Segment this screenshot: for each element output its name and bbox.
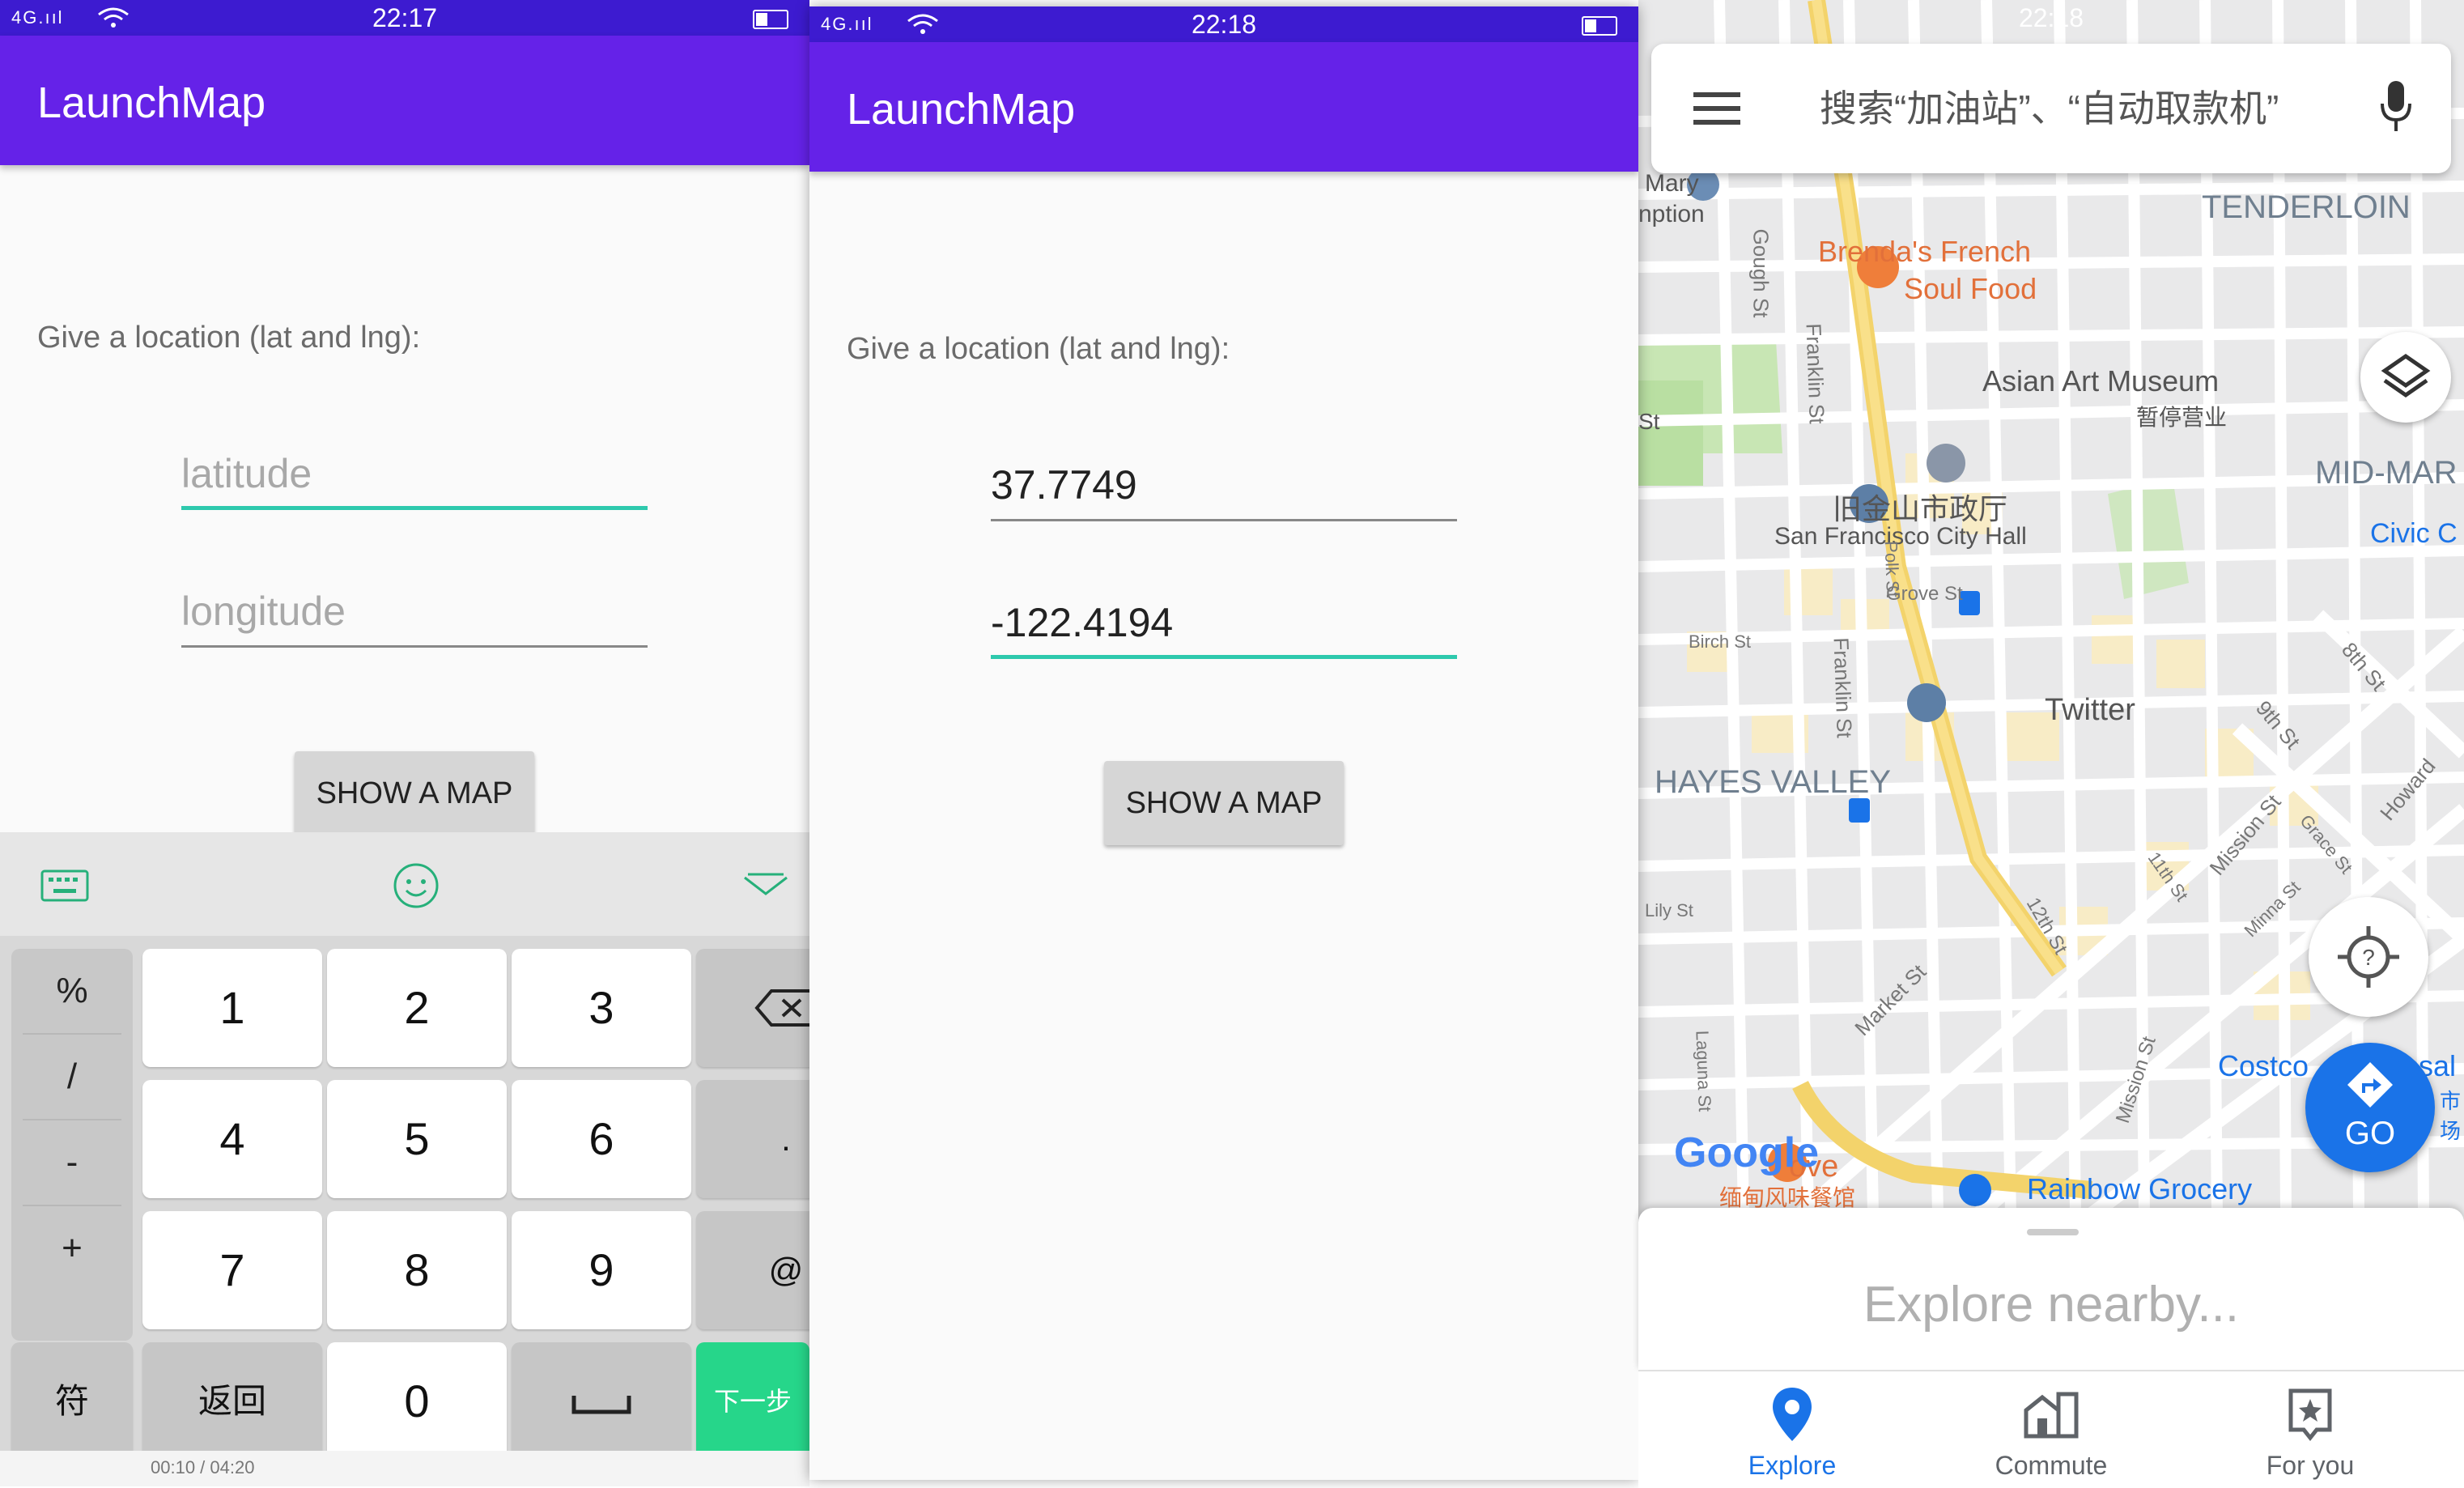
nav-for-you-label: For you — [2266, 1451, 2355, 1480]
nav-commute-label: Commute — [1995, 1451, 2108, 1480]
status-bar: 4G.ııl 22:17 — [0, 0, 809, 36]
explore-sheet[interactable]: Explore nearby... — [1638, 1208, 2464, 1370]
collapse-keyboard-icon[interactable] — [740, 860, 792, 912]
go-label: GO — [2344, 1116, 2396, 1151]
keyboard-icon[interactable] — [39, 860, 91, 912]
key-9[interactable]: 9 — [512, 1211, 691, 1329]
numeric-keyboard: % / - + 1 2 3 4 5 6 . 7 8 9 @ 符 返回 0 下一步 — [0, 832, 809, 1486]
longitude-input[interactable] — [991, 586, 1457, 659]
media-time: 00:10 / 04:20 — [151, 1457, 255, 1477]
location-prompt: Give a location (lat and lng): — [847, 332, 1230, 366]
back-key[interactable]: 返回 — [142, 1342, 322, 1460]
bottom-navigation: Explore Commute For you — [1638, 1370, 2464, 1488]
symbol-column: % / - + — [11, 949, 133, 1341]
key-7[interactable]: 7 — [142, 1211, 322, 1329]
status-bar: 4G.ııl 22:18 — [809, 6, 1638, 42]
next-key[interactable]: 下一步 — [696, 1342, 809, 1460]
latitude-field[interactable] — [991, 449, 1457, 521]
app-bar: LaunchMap — [809, 42, 1638, 172]
clock: 22:18 — [2018, 3, 2084, 32]
maps-search-bar[interactable]: 搜索“加油站”、“自动取款机” — [1651, 44, 2451, 173]
at-key[interactable]: @ — [696, 1211, 809, 1329]
longitude-underline — [991, 655, 1457, 659]
clock: 22:18 — [1191, 10, 1257, 39]
location-unknown-icon: ? — [2338, 926, 2399, 988]
longitude-field[interactable] — [181, 575, 648, 648]
emoji-icon[interactable] — [390, 860, 442, 912]
show-map-button[interactable]: SHOW A MAP — [1104, 761, 1344, 845]
latitude-input[interactable] — [991, 449, 1457, 521]
clock: 22:17 — [372, 3, 438, 32]
location-pin-icon — [1773, 1388, 1812, 1441]
key-1[interactable]: 1 — [142, 949, 322, 1067]
key-2[interactable]: 2 — [327, 949, 507, 1067]
hamburger-menu-icon[interactable] — [1693, 92, 1740, 125]
screen-2-entering-longitude: 4G.ııl 22:18 LaunchMap Give a location (… — [809, 6, 1638, 1480]
svg-text:?: ? — [2362, 945, 2375, 970]
screen-1-entering-latitude: 4G.ııl 22:17 LaunchMap Give a location (… — [0, 0, 809, 1486]
sheet-drag-handle[interactable] — [2027, 1229, 2079, 1235]
longitude-field[interactable] — [991, 586, 1457, 659]
keyboard-toolbar — [0, 832, 809, 936]
explore-nearby-text[interactable]: Explore nearby... — [1638, 1276, 2464, 1333]
latitude-field[interactable] — [181, 437, 648, 510]
location-prompt: Give a location (lat and lng): — [37, 321, 421, 355]
search-placeholder[interactable]: 搜索“加油站”、“自动取款机” — [1820, 79, 2279, 133]
for-you-icon — [2288, 1388, 2332, 1441]
microphone-icon[interactable] — [2380, 81, 2412, 133]
go-directions-button[interactable]: GO — [2305, 1043, 2435, 1172]
directions-icon — [2347, 1062, 2393, 1107]
map-status-bar: 22:18 — [1638, 0, 2464, 32]
media-strip: 00:10 / 04:20 — [0, 1451, 809, 1486]
app-title: LaunchMap — [37, 79, 266, 127]
space-key[interactable] — [512, 1342, 691, 1460]
dot-key[interactable]: . — [696, 1080, 809, 1198]
my-location-button[interactable]: ? — [2309, 897, 2428, 1017]
symbol-key[interactable]: % — [23, 949, 121, 1035]
key-4[interactable]: 4 — [142, 1080, 322, 1198]
key-8[interactable]: 8 — [327, 1211, 507, 1329]
backspace-key[interactable] — [696, 949, 809, 1067]
longitude-input[interactable] — [181, 575, 648, 648]
app-bar: LaunchMap — [0, 36, 809, 165]
symbol-key[interactable]: - — [23, 1120, 121, 1206]
symbol-key[interactable]: + — [23, 1206, 121, 1290]
latitude-input[interactable] — [181, 437, 648, 510]
layers-button[interactable] — [2360, 332, 2451, 423]
key-5[interactable]: 5 — [327, 1080, 507, 1198]
nav-for-you[interactable]: For you — [2205, 1380, 2415, 1485]
symbol-key[interactable]: / — [23, 1035, 121, 1120]
nav-explore-label: Explore — [1748, 1451, 1837, 1480]
key-3[interactable]: 3 — [512, 949, 691, 1067]
nav-commute[interactable]: Commute — [1946, 1380, 2156, 1485]
longitude-underline — [181, 645, 648, 648]
layers-icon — [2381, 353, 2431, 398]
app-title: LaunchMap — [847, 85, 1076, 134]
backspace-icon — [754, 989, 809, 1027]
battery-icon — [1582, 16, 1617, 36]
restaurant-pin-icon[interactable] — [1857, 246, 1899, 288]
key-0[interactable]: 0 — [327, 1342, 507, 1460]
latitude-underline — [181, 506, 648, 510]
symbols-switch-key[interactable]: 符 — [11, 1342, 133, 1460]
nav-explore[interactable]: Explore — [1687, 1380, 1897, 1485]
commute-icon — [2024, 1392, 2079, 1439]
show-map-button[interactable]: SHOW A MAP — [295, 751, 534, 835]
key-6[interactable]: 6 — [512, 1080, 691, 1198]
latitude-underline — [991, 519, 1457, 521]
space-icon — [571, 1396, 631, 1414]
battery-icon — [753, 10, 788, 29]
